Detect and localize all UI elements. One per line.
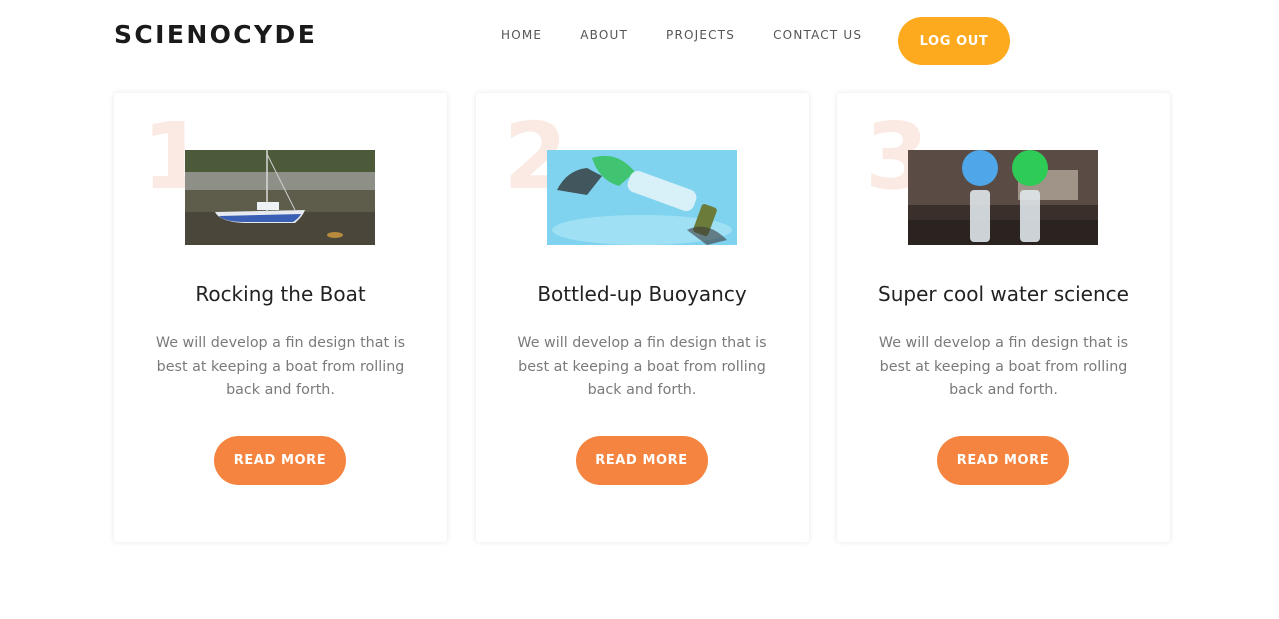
nav-home[interactable]: HOME bbox=[501, 28, 542, 42]
main-nav: HOME ABOUT PROJECTS CONTACT US bbox=[501, 28, 900, 42]
sailboat-image[interactable] bbox=[185, 150, 375, 245]
card-title: Rocking the Boat bbox=[195, 282, 366, 306]
project-card: 2 Bottled-up Buoyancy We will develop a … bbox=[475, 93, 809, 542]
project-cards: 1 Rocking the Boat We will develop a fin… bbox=[114, 93, 1170, 542]
card-description: We will develop a fin design that is bes… bbox=[878, 335, 1129, 398]
nav-about[interactable]: ABOUT bbox=[580, 28, 628, 42]
card-description: We will develop a fin design that is bes… bbox=[155, 335, 406, 398]
project-card: 3 Super cool water science We will devel… bbox=[837, 93, 1170, 542]
card-title: Super cool water science bbox=[878, 282, 1129, 306]
site-logo[interactable]: SCIENOCYDE bbox=[114, 20, 317, 49]
card-description: We will develop a fin design that is bes… bbox=[517, 335, 767, 398]
site-header: SCIENOCYDE HOME ABOUT PROJECTS CONTACT U… bbox=[0, 0, 1279, 85]
project-card: 1 Rocking the Boat We will develop a fin… bbox=[114, 93, 447, 542]
card-title: Bottled-up Buoyancy bbox=[537, 282, 747, 306]
bottle-buoyancy-image[interactable] bbox=[546, 150, 737, 245]
read-more-button[interactable]: READ MORE bbox=[575, 436, 708, 485]
balloon-bottles-image[interactable] bbox=[908, 150, 1098, 245]
nav-contact-us[interactable]: CONTACT US bbox=[773, 28, 862, 42]
logout-button[interactable]: LOG OUT bbox=[898, 17, 1010, 65]
read-more-button[interactable]: READ MORE bbox=[937, 436, 1069, 485]
read-more-button[interactable]: READ MORE bbox=[214, 436, 346, 485]
nav-projects[interactable]: PROJECTS bbox=[666, 28, 735, 42]
